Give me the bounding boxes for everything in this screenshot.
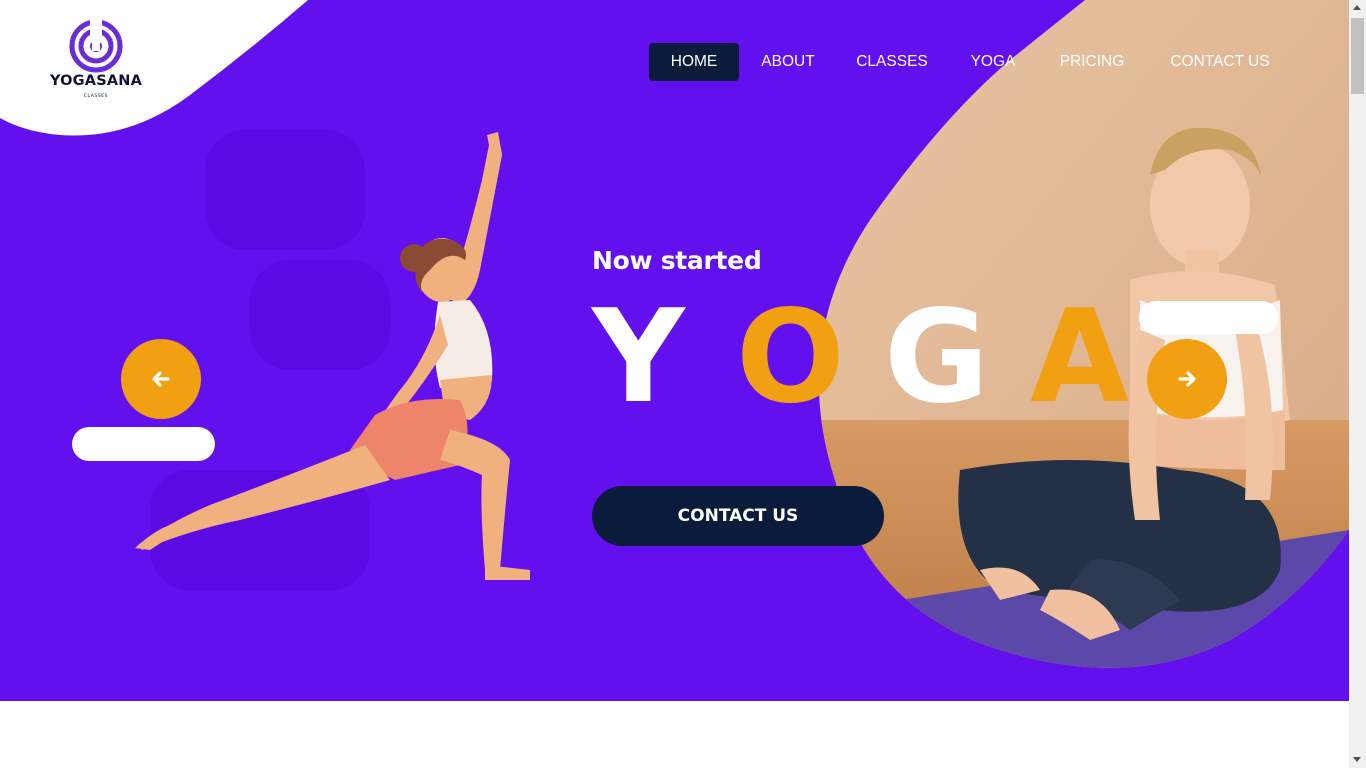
hero-word-letter: A [1030,283,1130,432]
prev-slide-button[interactable] [121,339,201,419]
nav-about[interactable]: ABOUT [739,43,837,81]
scroll-down-icon[interactable] [1353,757,1361,762]
nav-classes[interactable]: CLASSES [837,43,947,81]
hero-word-letter: Y [592,283,685,432]
page-scrollbar[interactable] [1349,0,1366,768]
brand-subtitle: CLASSES [83,94,109,99]
arrow-right-icon [1178,371,1196,387]
nav-yoga[interactable]: YOGA [947,43,1039,81]
brand-name[interactable]: YOGASANA [46,73,146,89]
hero-headline: Now started [592,246,762,275]
logo-icon [69,19,123,73]
slide-caption-pill [1139,301,1278,334]
arrow-left-icon [152,371,170,387]
scroll-up-icon[interactable] [1353,5,1361,10]
logo-background [0,0,308,136]
next-slide-button[interactable] [1147,339,1227,419]
scrollbar-thumb[interactable] [1351,18,1364,94]
nav-home[interactable]: HOME [649,43,739,81]
contact-us-button[interactable]: CONTACT US [592,486,884,546]
hero-word-letter: O [736,283,845,432]
main-nav: HOME ABOUT CLASSES YOGA PRICING CONTACT … [649,43,1295,81]
hero-section: YOGASANA CLASSES HOME ABOUT CLASSES YOGA… [0,0,1349,701]
hero-word-letter: G [884,283,990,432]
nav-contact-us[interactable]: CONTACT US [1145,43,1295,81]
slide-caption-pill [72,427,215,461]
nav-pricing[interactable]: PRICING [1039,43,1145,81]
